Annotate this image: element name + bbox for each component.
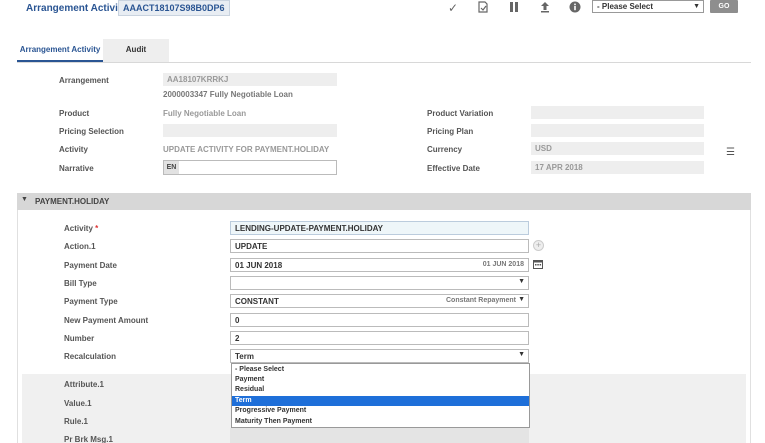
- currency-label: Currency: [427, 145, 463, 154]
- effective-date-label: Effective Date: [427, 164, 480, 173]
- chevron-down-icon: ▼: [693, 3, 700, 10]
- section-title: PAYMENT.HOLIDAY: [35, 197, 110, 206]
- add-multivalue-icon[interactable]: +: [533, 240, 544, 251]
- effective-date-field: 17 APR 2018: [531, 161, 704, 174]
- activity-label: Activity: [59, 145, 88, 154]
- new-payment-amount-label: New Payment Amount: [64, 316, 149, 325]
- dropdown-option[interactable]: Payment: [232, 375, 529, 385]
- payment-date-display: 01 JUN 2018: [482, 261, 524, 268]
- section-activity-value: LENDING-UPDATE-PAYMENT.HOLIDAY: [235, 224, 384, 233]
- pricing-plan-field: [531, 124, 704, 137]
- pricing-selection-field: [163, 124, 337, 137]
- arrangement-value: AA18107KRRKJ: [167, 75, 229, 84]
- recalculation-dropdown-list[interactable]: - Please Select Payment Residual Term Pr…: [231, 363, 530, 428]
- payment-type-description: Constant Repayment: [445, 297, 516, 304]
- activity-value: UPDATE ACTIVITY FOR PAYMENT.HOLIDAY: [163, 145, 330, 154]
- info-icon[interactable]: [568, 1, 582, 15]
- payment-type-select[interactable]: CONSTANT Constant Repayment ▼: [230, 294, 529, 308]
- currency-value: USD: [535, 144, 552, 153]
- pricing-plan-label: Pricing Plan: [427, 127, 474, 136]
- chevron-down-icon: ▼: [518, 296, 525, 303]
- dropdown-option[interactable]: Maturity Then Payment: [232, 417, 529, 427]
- bill-type-label: Bill Type: [64, 279, 97, 288]
- chevron-down-icon: ▼: [518, 351, 525, 358]
- attribute-label: Attribute.1: [64, 380, 104, 389]
- value-label: Value.1: [64, 399, 92, 408]
- calendar-icon[interactable]: [533, 259, 543, 272]
- action-select-value: - Please Select: [597, 2, 654, 11]
- effective-date-value: 17 APR 2018: [535, 163, 583, 172]
- page-title: Arrangement Activity: [26, 3, 127, 14]
- pr-brk-msg-label: Pr Brk Msg.1: [64, 435, 113, 443]
- payment-date-input[interactable]: 01 JUN 2018 01 JUN 2018: [230, 258, 529, 272]
- upload-icon[interactable]: [538, 1, 552, 15]
- section-activity-field[interactable]: LENDING-UPDATE-PAYMENT.HOLIDAY: [230, 221, 529, 235]
- arrangement-label: Arrangement: [59, 76, 109, 85]
- product-variation-label: Product Variation: [427, 109, 494, 118]
- pause-bars-icon: [510, 2, 518, 12]
- page-header: Arrangement Activity AAACT18107S98B0DP6 …: [0, 0, 765, 18]
- recalculation-select[interactable]: Term ▼: [230, 349, 529, 363]
- calendar-glyph-icon: [533, 260, 543, 269]
- tab-divider: [17, 62, 751, 63]
- payment-type-label: Payment Type: [64, 297, 118, 306]
- recalculation-label: Recalculation: [64, 352, 117, 361]
- product-label: Product: [59, 109, 90, 118]
- payment-type-value: CONSTANT: [235, 297, 279, 306]
- pr-brk-msg-field: [230, 428, 529, 443]
- new-payment-amount-value: 0: [235, 316, 240, 325]
- payment-date-label: Payment Date: [64, 261, 117, 270]
- new-payment-amount-input[interactable]: 0: [230, 313, 529, 327]
- list-menu-icon[interactable]: ☰: [726, 147, 735, 158]
- rule-label: Rule.1: [64, 417, 89, 426]
- product-variation-field: [531, 106, 704, 119]
- collapse-caret-icon: ▼: [21, 196, 28, 203]
- arrangement-subtitle: 2000003347 Fully Negotiable Loan: [163, 90, 293, 99]
- bill-type-select[interactable]: ▼: [230, 276, 529, 290]
- required-marker: *: [95, 224, 99, 233]
- section-activity-label: Activity *: [64, 224, 98, 233]
- payment-holiday-section-header[interactable]: ▼ PAYMENT.HOLIDAY: [17, 193, 751, 210]
- arrangement-id-badge: AAACT18107S98B0DP6: [118, 0, 230, 16]
- pricing-selection-label: Pricing Selection: [59, 127, 124, 136]
- document-edit-icon: [478, 1, 488, 13]
- action-label: Action.1: [64, 242, 96, 251]
- info-circle-icon: [569, 1, 581, 13]
- go-button[interactable]: GO: [710, 0, 738, 13]
- dropdown-option[interactable]: Residual: [232, 385, 529, 395]
- section-activity-label-text: Activity: [64, 224, 93, 233]
- action-select[interactable]: - Please Select ▼: [592, 0, 704, 13]
- tab-audit[interactable]: Audit: [103, 39, 169, 62]
- action-field[interactable]: UPDATE: [230, 239, 529, 253]
- number-label: Number: [64, 334, 95, 343]
- currency-field: USD: [531, 142, 704, 155]
- number-input[interactable]: 2: [230, 331, 529, 345]
- payment-date-value: 01 JUN 2018: [235, 261, 283, 270]
- recalculation-value: Term: [235, 352, 254, 361]
- action-value: UPDATE: [235, 242, 268, 251]
- validate-check-icon[interactable]: ✓: [446, 1, 460, 15]
- narrative-label: Narrative: [59, 164, 94, 173]
- dropdown-option-selected[interactable]: Term: [232, 396, 529, 406]
- language-tag: EN: [164, 161, 179, 174]
- number-value: 2: [235, 334, 240, 343]
- narrative-input[interactable]: EN: [163, 160, 337, 175]
- tab-arrangement-activity[interactable]: Arrangement Activity: [17, 39, 103, 62]
- upload-arrow-icon: [541, 2, 549, 13]
- dropdown-option[interactable]: - Please Select: [232, 365, 529, 375]
- hold-pause-icon[interactable]: [507, 1, 521, 15]
- commit-deal-icon[interactable]: [476, 1, 490, 15]
- dropdown-option[interactable]: Progressive Payment: [232, 406, 529, 416]
- product-value: Fully Negotiable Loan: [163, 109, 247, 118]
- arrangement-field: AA18107KRRKJ: [163, 73, 337, 86]
- chevron-down-icon: ▼: [518, 278, 525, 285]
